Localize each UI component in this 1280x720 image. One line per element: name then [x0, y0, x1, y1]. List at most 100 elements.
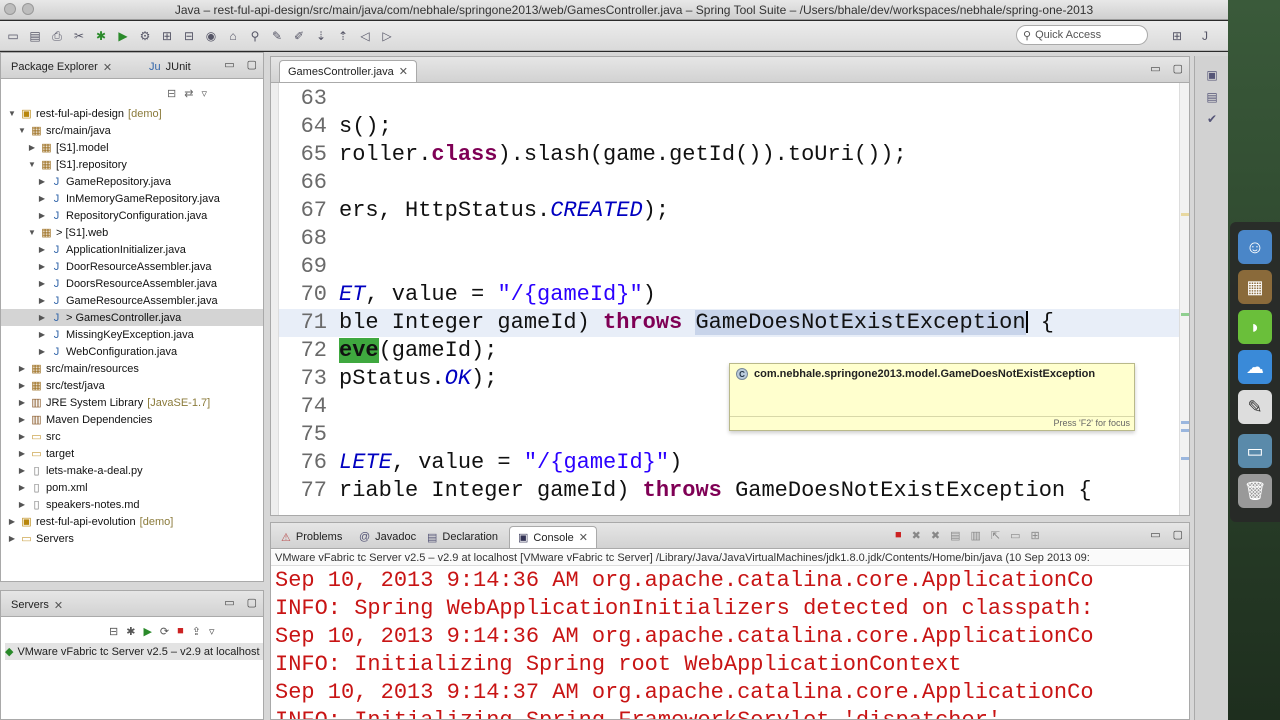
code-line[interactable]: 63 — [279, 85, 1179, 113]
collapsed-arrow-icon[interactable]: ▶ — [37, 347, 47, 356]
quick-access-field[interactable]: ⚲ Quick Access — [1016, 25, 1148, 45]
close-window-button[interactable] — [4, 3, 16, 15]
tree-item[interactable]: ▼ ▦ > [S1].web — [1, 224, 263, 241]
tree-item[interactable]: ▶ ▦ [S1].model — [1, 139, 263, 156]
collapsed-arrow-icon[interactable]: ▶ — [17, 364, 27, 373]
restore-icon[interactable]: ▣ — [1203, 66, 1221, 84]
view-menu-icon[interactable]: ▿ — [209, 625, 215, 638]
annotation-ruler[interactable] — [271, 83, 279, 515]
tree-item[interactable]: ▶ ▦ src/main/resources — [1, 360, 263, 377]
collapsed-arrow-icon[interactable]: ▶ — [37, 313, 47, 322]
collapsed-arrow-icon[interactable]: ▶ — [37, 177, 47, 186]
new-java-project-icon[interactable]: ⊞ — [158, 27, 176, 45]
close-icon[interactable]: ✕ — [399, 65, 408, 78]
new-icon[interactable]: ▭ — [4, 27, 22, 45]
collapsed-arrow-icon[interactable]: ▶ — [17, 381, 27, 390]
tab-servers[interactable]: Servers ✕ — [3, 594, 71, 616]
minimize-icon[interactable]: ▭ — [1150, 62, 1160, 75]
collapsed-arrow-icon[interactable]: ▶ — [7, 517, 17, 526]
collapsed-arrow-icon[interactable]: ▶ — [37, 279, 47, 288]
maximize-icon[interactable]: ▢ — [1173, 62, 1183, 75]
tree-item[interactable]: ▶ J InMemoryGameRepository.java — [1, 190, 263, 207]
debug-icon[interactable]: ✱ — [92, 27, 110, 45]
maximize-icon[interactable]: ▢ — [247, 596, 257, 609]
tree-item[interactable]: ▶ J DoorsResourceAssembler.java — [1, 275, 263, 292]
link-with-editor-icon[interactable]: ⇄ — [184, 87, 193, 100]
console-output[interactable]: Sep 10, 2013 9:14:36 AM org.apache.catal… — [271, 567, 1189, 719]
prev-annotation-icon[interactable]: ⇡ — [334, 27, 352, 45]
tree-item[interactable]: ▶ ▭ Servers — [1, 530, 263, 547]
code-line[interactable]: 65 roller.class).slash(game.getId()).toUr… — [279, 141, 1179, 169]
view-menu-icon[interactable]: ▿ — [201, 87, 207, 100]
open-perspective-icon[interactable]: ⊞ — [1168, 27, 1186, 45]
forward-icon[interactable]: ▷ — [378, 27, 396, 45]
tree-item[interactable]: ▶ ▭ src — [1, 428, 263, 445]
stop-server-icon[interactable]: ■ — [177, 625, 184, 638]
expanded-arrow-icon[interactable]: ▼ — [27, 228, 37, 237]
tree-item[interactable]: ▼ ▦ [S1].repository — [1, 156, 263, 173]
tree-item[interactable]: ▶ J ApplicationInitializer.java — [1, 241, 263, 258]
type-hover-popup[interactable]: C com.nebhale.springone2013.model.GameDo… — [729, 363, 1135, 431]
tree-item[interactable]: ▶ ▭ target — [1, 445, 263, 462]
open-type-icon[interactable]: ⌂ — [224, 27, 242, 45]
tools-icon[interactable]: ✂ — [70, 27, 88, 45]
java-perspective-icon[interactable]: J — [1196, 27, 1214, 45]
tree-item[interactable]: ▶ J DoorResourceAssembler.java — [1, 258, 263, 275]
mark-occurrences-icon[interactable]: ✐ — [290, 27, 308, 45]
server-entry[interactable]: ◆ VMware vFabric tc Server v2.5 – v2.9 a… — [5, 643, 263, 660]
code-line[interactable]: 76 LETE, value = "/{gameId}") — [279, 449, 1179, 477]
folder-icon[interactable]: ▭ — [1238, 434, 1272, 468]
outline-icon[interactable]: ▤ — [1203, 88, 1221, 106]
code-line[interactable]: 70 ET, value = "/{gameId}") — [279, 281, 1179, 309]
search-icon[interactable]: ⚲ — [246, 27, 264, 45]
tree-item[interactable]: ▶ ▯ lets-make-a-deal.py — [1, 462, 263, 479]
publish-icon[interactable]: ⇪ — [192, 625, 201, 638]
tab-javadoc[interactable]: @ Javadoc — [351, 526, 424, 548]
tree-item[interactable]: ▶ ▥ Maven Dependencies — [1, 411, 263, 428]
tree-item[interactable]: ▼ ▦ src/main/java — [1, 122, 263, 139]
cloud-icon[interactable]: ☁ — [1238, 350, 1272, 384]
tree-item[interactable]: ▶ J WebConfiguration.java — [1, 343, 263, 360]
collapsed-arrow-icon[interactable]: ▶ — [17, 449, 27, 458]
minimize-icon[interactable]: ▭ — [224, 58, 234, 71]
tree-item[interactable]: ▶ ▦ src/test/java — [1, 377, 263, 394]
occurrence-marker[interactable] — [1181, 457, 1189, 460]
tab-games-controller[interactable]: GamesController.java ✕ — [279, 60, 417, 82]
minimize-icon[interactable]: ▭ — [224, 596, 234, 609]
expanded-arrow-icon[interactable]: ▼ — [27, 160, 37, 169]
tree-item[interactable]: ▶ J MissingKeyException.java — [1, 326, 263, 343]
collapse-icon[interactable]: ⊟ — [109, 625, 118, 638]
tab-package-explorer[interactable]: Package Explorer ✕ — [3, 56, 120, 78]
code-line[interactable]: 68 — [279, 225, 1179, 253]
tree-item[interactable]: ▶ ▣ rest-ful-api-evolution [demo] — [1, 513, 263, 530]
tree-item[interactable]: ▶ J GameResourceAssembler.java — [1, 292, 263, 309]
expanded-arrow-icon[interactable]: ▼ — [17, 126, 27, 135]
occurrence-marker[interactable] — [1181, 313, 1189, 316]
code-line[interactable]: 64 s(); — [279, 113, 1179, 141]
clear-console-icon[interactable]: ▤ — [950, 529, 960, 542]
collapsed-arrow-icon[interactable]: ▶ — [37, 194, 47, 203]
code-editor[interactable]: 63 64 s(); 65 roller.class).slash(game.getId… — [271, 83, 1179, 515]
collapsed-arrow-icon[interactable]: ▶ — [37, 330, 47, 339]
tree-item[interactable]: ▶ ▯ pom.xml — [1, 479, 263, 496]
print-icon[interactable]: ⎙ — [48, 27, 66, 45]
close-icon[interactable]: ✕ — [579, 531, 588, 544]
app-icon[interactable]: ▦ — [1238, 270, 1272, 304]
scroll-lock-icon[interactable]: ▥ — [971, 529, 981, 542]
document-icon[interactable]: ✎ — [1238, 390, 1272, 424]
collapsed-arrow-icon[interactable]: ▶ — [7, 534, 17, 543]
terminate-icon[interactable]: ■ — [895, 529, 902, 542]
collapsed-arrow-icon[interactable]: ▶ — [37, 211, 47, 220]
collapsed-arrow-icon[interactable]: ▶ — [37, 262, 47, 271]
maximize-icon[interactable]: ▢ — [247, 58, 257, 71]
collapsed-arrow-icon[interactable]: ▶ — [17, 432, 27, 441]
tree-item[interactable]: ▼ ▣ rest-ful-api-design [demo] — [1, 105, 263, 122]
code-line[interactable]: 77 riable Integer gameId) throws GameDoes… — [279, 477, 1179, 505]
save-icon[interactable]: ▤ — [26, 27, 44, 45]
task-list-icon[interactable]: ✔ — [1203, 110, 1221, 128]
sts-icon[interactable]: ◗ — [1238, 310, 1272, 344]
collapsed-arrow-icon[interactable]: ▶ — [17, 483, 27, 492]
tree-item[interactable]: ▶ J GameRepository.java — [1, 173, 263, 190]
code-line[interactable]: 66 — [279, 169, 1179, 197]
remove-all-icon[interactable]: ✖ — [931, 529, 940, 542]
